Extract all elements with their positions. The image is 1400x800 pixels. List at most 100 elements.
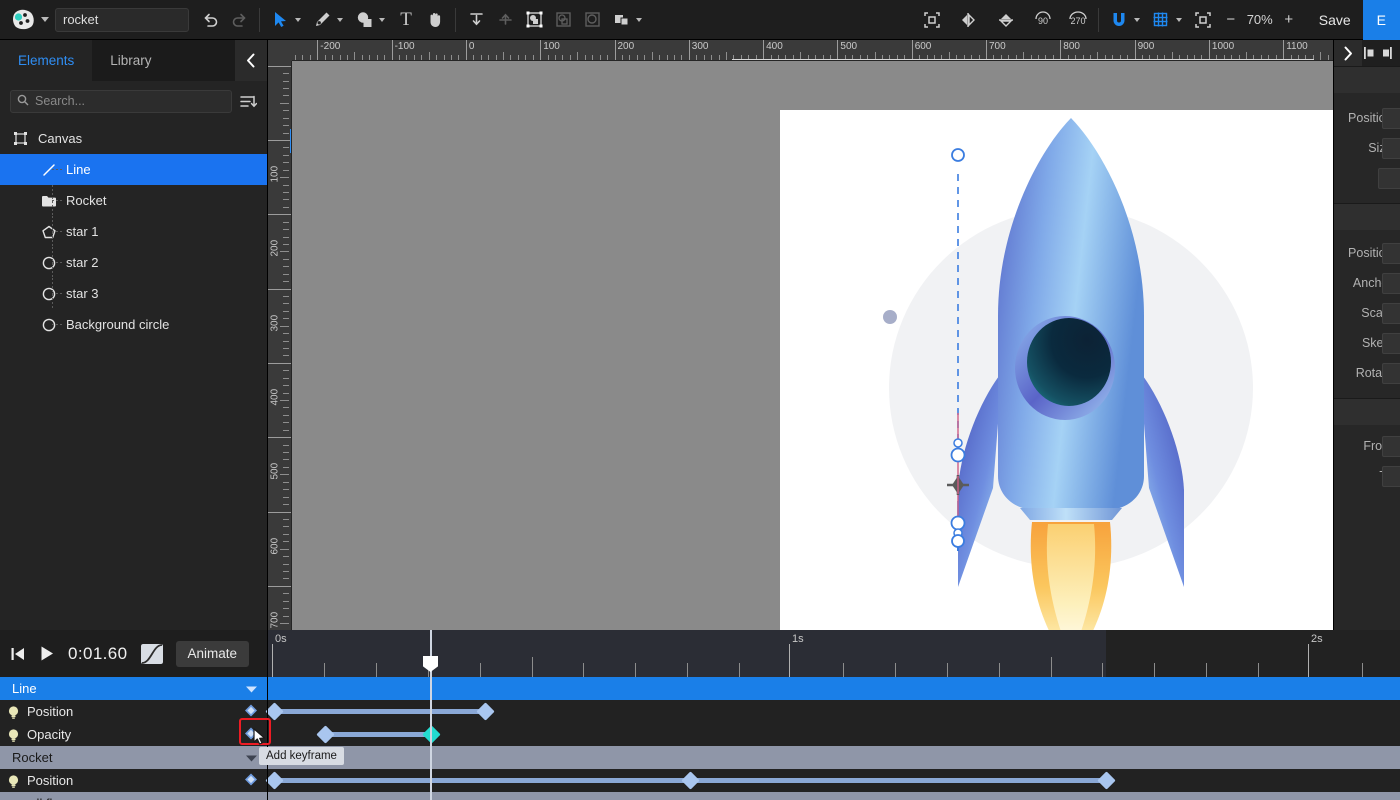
tree-item-background-circle[interactable]: Background circle	[0, 309, 267, 340]
text-tool[interactable]: T	[392, 6, 420, 34]
grid-dropdown-icon[interactable]	[1175, 17, 1182, 22]
property-input[interactable]	[1382, 332, 1400, 354]
timeline-group-track[interactable]: Rocket	[0, 746, 1400, 769]
project-name-input[interactable]	[55, 7, 189, 32]
play-button[interactable]	[39, 645, 55, 662]
collapse-left-panel-button[interactable]	[235, 40, 267, 81]
flip-vertical-tool[interactable]	[992, 6, 1020, 34]
property-input[interactable]	[1382, 272, 1400, 294]
app-logo-dropdown-icon[interactable]	[41, 17, 49, 22]
clip-tool[interactable]	[578, 6, 606, 34]
canvas-area[interactable]: -300-200-1000100200300400500600700800900…	[268, 40, 1333, 630]
zoom-controls: − 70% +	[1225, 11, 1295, 28]
tree-item-canvas[interactable]: Canvas	[0, 123, 267, 154]
tree-item-rocket[interactable]: Rocket	[0, 185, 267, 216]
timeline-group-track[interactable]: small flame	[0, 792, 1400, 800]
canvas-stage[interactable]	[292, 61, 1333, 630]
track-lane[interactable]	[268, 792, 1400, 800]
add-keyframe-button[interactable]	[244, 772, 258, 789]
shape-tool[interactable]	[350, 6, 378, 34]
track-lane[interactable]	[264, 700, 1400, 723]
sort-icon[interactable]	[240, 94, 257, 109]
export-button[interactable]: E	[1362, 0, 1400, 40]
app-logo-button[interactable]	[0, 9, 55, 31]
collapse-right-panel-button[interactable]	[1334, 40, 1362, 66]
arrange-tool-dropdown-icon[interactable]	[636, 17, 642, 22]
chevron-down-icon[interactable]	[245, 681, 258, 696]
playhead-line[interactable]	[430, 630, 432, 800]
vertical-ruler[interactable]: 100 200 300 400 500 600 700	[268, 61, 292, 630]
property-input[interactable]	[1382, 107, 1400, 129]
magnet-dropdown-icon[interactable]	[1133, 17, 1140, 22]
keyframe[interactable]	[475, 702, 495, 721]
select-tool-dropdown-icon[interactable]	[295, 17, 301, 22]
frame-tool[interactable]	[918, 6, 946, 34]
keyframe[interactable]	[1096, 771, 1116, 790]
timeline-property-track[interactable]: Position	[0, 700, 1400, 723]
property-input[interactable]	[1378, 167, 1400, 189]
tree-item-star-2[interactable]: star 2	[0, 247, 267, 278]
window-glass	[1027, 318, 1111, 406]
flip-horizontal-tool[interactable]	[955, 6, 983, 34]
tab-library[interactable]: Library	[92, 40, 169, 81]
undo-button[interactable]	[197, 6, 225, 34]
rotate-90-tool[interactable]: 90	[1029, 6, 1057, 34]
visibility-bulb-icon[interactable]	[8, 729, 19, 742]
hand-tool[interactable]	[421, 6, 449, 34]
tree-item-star-1[interactable]: star 1	[0, 216, 267, 247]
mask-tool[interactable]	[549, 6, 577, 34]
fit-selection-tool[interactable]	[520, 6, 548, 34]
tab-elements[interactable]: Elements	[0, 40, 93, 81]
keyframe[interactable]	[315, 725, 335, 744]
timeline-property-track[interactable]: Position	[0, 769, 1400, 792]
redo-button[interactable]	[225, 6, 253, 34]
shape-tool-dropdown-icon[interactable]	[379, 17, 385, 22]
horizontal-ruler[interactable]: -300-200-1000100200300400500600700800900…	[268, 40, 1333, 61]
align-center-icon[interactable]	[1380, 40, 1400, 66]
easing-curve-icon[interactable]	[140, 643, 163, 664]
track-lane[interactable]	[268, 723, 1400, 746]
grid-toggle[interactable]	[1147, 6, 1175, 34]
magnet-snap-toggle[interactable]	[1105, 6, 1133, 34]
property-input[interactable]	[1382, 302, 1400, 324]
chevron-down-icon[interactable]	[245, 796, 258, 800]
zoom-level-value[interactable]: 70%	[1247, 12, 1273, 27]
property-input[interactable]	[1382, 242, 1400, 264]
zoom-in-button[interactable]: +	[1283, 11, 1295, 28]
artboard[interactable]	[780, 110, 1333, 630]
animate-button[interactable]: Animate	[175, 640, 250, 667]
pen-tool[interactable]	[308, 6, 336, 34]
rotate-270-tool[interactable]: 270	[1064, 6, 1092, 34]
select-tool[interactable]	[266, 6, 294, 34]
zoom-out-button[interactable]: −	[1225, 11, 1237, 28]
keyframe-span-bar[interactable]	[325, 732, 431, 737]
keyframe[interactable]	[680, 771, 700, 790]
timeline-property-track[interactable]: Opacity	[0, 723, 1400, 746]
track-lane[interactable]	[268, 746, 1400, 769]
chevron-down-icon[interactable]	[245, 750, 258, 765]
timeline-ruler[interactable]: 0s 1s 2s	[268, 630, 1400, 677]
keyframe-span-bar[interactable]	[274, 709, 485, 714]
visibility-bulb-icon[interactable]	[8, 706, 19, 719]
align-top-tool[interactable]	[462, 6, 490, 34]
save-button[interactable]: Save	[1307, 12, 1363, 28]
ruler-selection-span	[732, 59, 1314, 60]
property-input[interactable]	[1382, 137, 1400, 159]
arrange-tool[interactable]	[607, 6, 635, 34]
skip-to-start-button[interactable]	[10, 646, 26, 662]
search-input[interactable]	[10, 89, 232, 113]
track-lane[interactable]	[268, 677, 1400, 700]
property-input[interactable]	[1382, 362, 1400, 384]
visibility-bulb-icon[interactable]	[8, 775, 19, 788]
align-vertical-center-tool[interactable]	[491, 6, 519, 34]
property-input[interactable]	[1382, 465, 1400, 487]
tree-item-line[interactable]: Line	[0, 154, 267, 185]
track-lane[interactable]	[264, 769, 1400, 792]
property-input[interactable]	[1382, 435, 1400, 457]
fit-to-screen-button[interactable]	[1189, 6, 1217, 34]
pen-tool-dropdown-icon[interactable]	[337, 17, 343, 22]
align-left-icon[interactable]	[1360, 40, 1380, 66]
timeline-group-track[interactable]: Line	[0, 677, 1400, 700]
tree-item-star-3[interactable]: star 3	[0, 278, 267, 309]
ruler-minor-tick	[283, 154, 289, 156]
